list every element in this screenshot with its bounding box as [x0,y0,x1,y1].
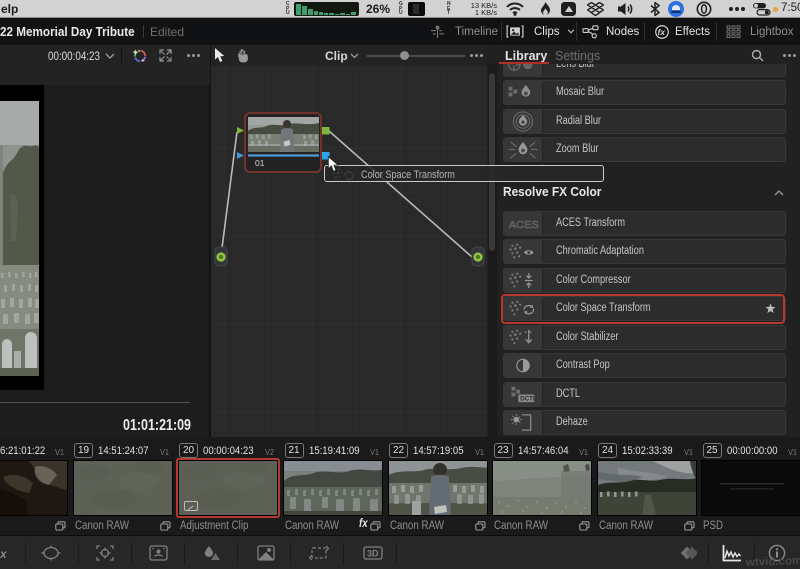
svg-text:3D: 3D [367,549,379,559]
svg-text:DCTL: DCTL [520,395,537,402]
svg-text:x: x [0,547,8,561]
svg-text:ACES: ACES [509,219,539,231]
svg-text:01: 01 [255,158,265,168]
svg-text:fx: fx [658,27,666,36]
